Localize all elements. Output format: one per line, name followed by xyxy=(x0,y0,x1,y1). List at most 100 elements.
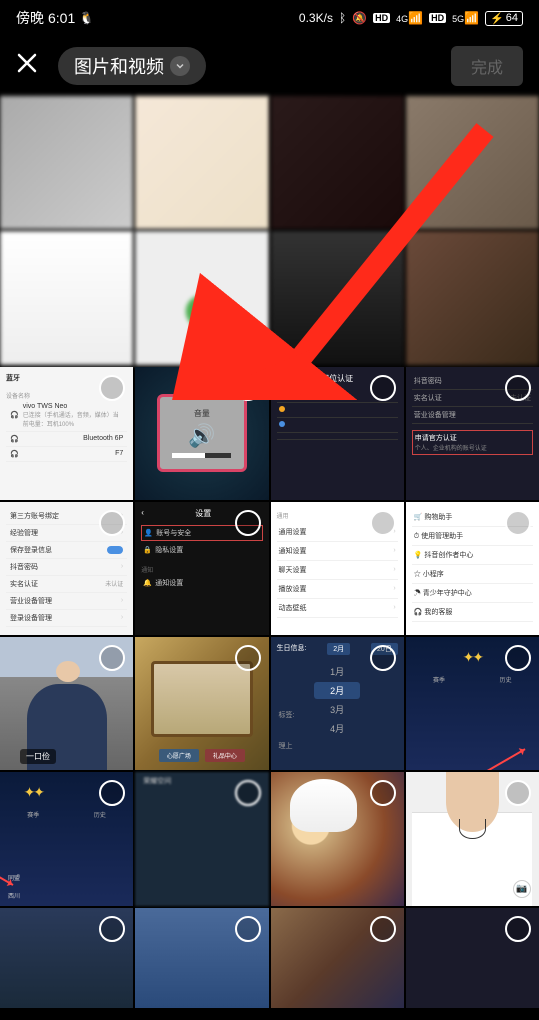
select-toggle[interactable] xyxy=(505,510,531,536)
select-toggle[interactable] xyxy=(505,375,531,401)
media-tile[interactable] xyxy=(406,96,539,229)
section-label: 通知 xyxy=(141,565,262,574)
time-prefix: 傍晚 xyxy=(16,8,44,28)
media-tile[interactable] xyxy=(271,908,404,1008)
settings-row: 🔒隐私设置 xyxy=(141,541,262,559)
form-line xyxy=(277,403,398,418)
media-tile[interactable]: 抖音密码 实名认证未认证 营业设备管理 申请官方认证 个人、企业机构的账号认证 xyxy=(406,367,539,500)
media-tile[interactable] xyxy=(271,96,404,229)
bt-device-row: 🎧Bluetooth 6P xyxy=(6,432,127,447)
settings-row: 聊天设置› xyxy=(277,561,398,580)
rank-tabs: 赛季 历史 xyxy=(0,810,133,819)
done-button[interactable]: 完成 xyxy=(451,46,523,86)
signal-5g: 5G📶 xyxy=(452,11,479,25)
tile-label: 荣耀空间 xyxy=(143,776,171,786)
arrow-annotation-icon xyxy=(479,748,526,770)
media-type-dropdown[interactable]: 图片和视频 xyxy=(58,47,206,85)
rank-tabs: 赛季 历史 xyxy=(406,675,539,684)
media-tile[interactable] xyxy=(271,772,404,905)
media-tile[interactable] xyxy=(406,908,539,1008)
media-tile[interactable]: ‹设置 👤账号与安全 🔒隐私设置 通知 🔔通知设置 xyxy=(135,502,268,635)
volume-label: 音量 xyxy=(194,408,210,419)
character-hair xyxy=(290,779,357,832)
settings-row: 通知设置› xyxy=(277,542,398,561)
media-tile[interactable]: 一口俭 xyxy=(0,637,133,770)
battery-indicator: ⚡64 xyxy=(485,11,523,26)
media-tile[interactable] xyxy=(0,908,133,1008)
game-buttons: 心愿广场 礼品中心 xyxy=(135,749,268,762)
media-tile[interactable]: ✦✦ 赛季 历史 同盟 西川 xyxy=(0,772,133,905)
date-label: 理上 xyxy=(279,741,293,751)
settings-row: 🎧 我的客服 xyxy=(412,603,533,622)
select-toggle[interactable] xyxy=(505,916,531,942)
date-label: 标签: xyxy=(279,710,295,720)
game-button: 礼品中心 xyxy=(205,749,245,762)
media-tile[interactable]: 心愿广场 礼品中心 xyxy=(135,637,268,770)
media-tile[interactable]: 蓝牙 设备名称 🎧vivo TWS Neo已连接（手机通话，音频，媒体）当前电量… xyxy=(0,367,133,500)
settings-row: 营业设备管理 xyxy=(412,407,533,424)
select-toggle[interactable] xyxy=(235,645,261,671)
speaker-icon: 🔊 xyxy=(188,423,215,449)
form-line xyxy=(277,418,398,433)
settings-row: 抖音密码› xyxy=(6,559,127,576)
rank-badge-icon: ✦✦ xyxy=(463,649,482,666)
select-toggle[interactable] xyxy=(370,780,396,806)
settings-row: ☂ 青少年守护中心 xyxy=(412,584,533,603)
select-toggle[interactable] xyxy=(505,780,531,806)
media-tile[interactable] xyxy=(271,231,404,364)
media-tile[interactable] xyxy=(135,96,268,229)
qq-icon: 🐧 xyxy=(79,11,94,25)
settings-row: 登录设备管理› xyxy=(6,610,127,627)
select-toggle[interactable] xyxy=(370,645,396,671)
media-tile[interactable]: 音量 🔊 xyxy=(135,367,268,500)
settings-row: 实名认证未认证 xyxy=(6,576,127,593)
mute-icon: 🔕 xyxy=(352,11,367,25)
media-tile[interactable]: 荣耀空间 xyxy=(135,772,268,905)
rank-badge-icon: ✦✦ xyxy=(24,784,43,801)
camera-icon: 📷 xyxy=(513,880,531,898)
media-tile[interactable]: 生日信息: 2月 20日 1月 2月 3月 4月 标签: 理上 xyxy=(271,637,404,770)
signal-4g: 4G📶 xyxy=(396,11,423,25)
select-toggle[interactable] xyxy=(370,916,396,942)
select-toggle[interactable] xyxy=(235,780,261,806)
media-tile[interactable] xyxy=(135,231,268,364)
media-tile[interactable]: 🛒 购物助手 ⏱ 使用管理助手 💡 抖音创作者中心 ☆ 小程序 ☂ 青少年守护中… xyxy=(406,502,539,635)
media-grid[interactable]: 蓝牙 设备名称 🎧vivo TWS Neo已连接（手机通话，音频，媒体）当前电量… xyxy=(0,96,539,1008)
select-toggle[interactable] xyxy=(235,916,261,942)
close-button[interactable] xyxy=(16,52,46,81)
hd-badge-1: HD xyxy=(373,13,390,23)
select-toggle[interactable] xyxy=(99,510,125,536)
highlighted-row: 申请官方认证 个人、企业机构的账号认证 xyxy=(412,430,533,455)
media-tile[interactable] xyxy=(135,908,268,1008)
media-tile[interactable] xyxy=(406,231,539,364)
media-tile[interactable]: 第三方账号绑定› 经验管理› 保存登录信息 抖音密码› 实名认证未认证 营业设备… xyxy=(0,502,133,635)
form-line xyxy=(277,433,398,440)
rank-text: 同盟 xyxy=(8,873,20,882)
media-tile[interactable] xyxy=(0,96,133,229)
select-toggle[interactable] xyxy=(370,510,396,536)
media-tile[interactable] xyxy=(0,231,133,364)
select-toggle[interactable] xyxy=(235,510,261,536)
select-toggle[interactable] xyxy=(99,916,125,942)
select-toggle[interactable] xyxy=(99,780,125,806)
person-head xyxy=(56,661,80,682)
settings-row: 播放设置› xyxy=(277,580,398,599)
select-toggle[interactable] xyxy=(505,645,531,671)
settings-row: 🔔通知设置 xyxy=(141,574,262,592)
media-tile[interactable]: 通用 通用设置› 通知设置› 聊天设置› 播放设置› 动态壁纸› xyxy=(271,502,404,635)
person-caption: 一口俭 xyxy=(20,749,56,764)
select-toggle[interactable] xyxy=(235,375,261,401)
select-toggle[interactable] xyxy=(99,645,125,671)
media-tile[interactable]: 职位认证 xyxy=(271,367,404,500)
select-toggle[interactable] xyxy=(370,375,396,401)
media-tile[interactable]: ✦✦ 赛季 历史 xyxy=(406,637,539,770)
status-right: 0.3K/s ᛒ 🔕 HD 4G📶 HD 5G📶 ⚡64 xyxy=(299,11,523,26)
media-tile[interactable]: 📷 xyxy=(406,772,539,905)
rank-text: 西川 xyxy=(8,891,20,900)
bluetooth-icon: ᛒ xyxy=(339,11,346,25)
close-icon xyxy=(16,52,38,74)
network-speed: 0.3K/s xyxy=(299,11,333,25)
select-toggle[interactable] xyxy=(99,375,125,401)
settings-row: 营业设备管理› xyxy=(6,593,127,610)
picker-header: 图片和视频 完成 xyxy=(0,36,539,96)
